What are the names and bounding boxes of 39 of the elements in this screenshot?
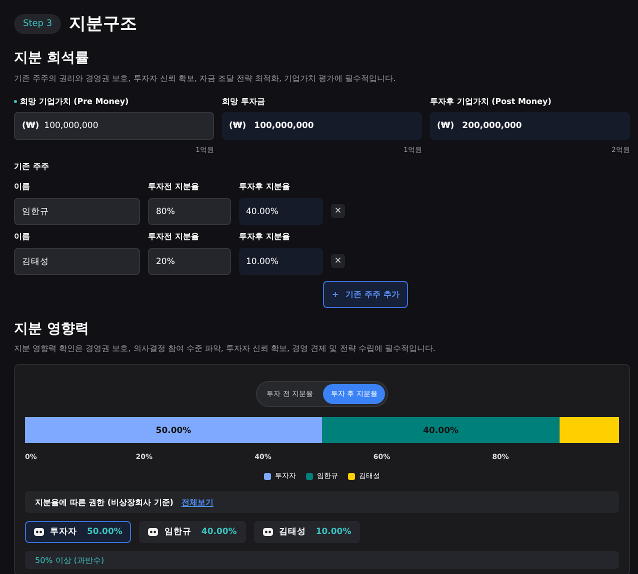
field-label: 투자후 지분율 bbox=[239, 231, 291, 242]
remove-button[interactable]: × bbox=[331, 254, 345, 268]
value-field: (₩) 100,000,000 bbox=[222, 112, 422, 140]
rights-title: 지분율에 따른 권한 (비상장회사 기준) bbox=[35, 496, 174, 508]
subsection-title: 기존 주주 bbox=[14, 161, 50, 172]
section-title: 지분 영향력 bbox=[14, 320, 90, 338]
share-value-field: 10.00% bbox=[239, 248, 323, 275]
field-label: 이름 bbox=[14, 181, 31, 192]
name-field[interactable]: 김태성 bbox=[14, 248, 140, 275]
shareholder-chip[interactable]: 임한규 40.00% bbox=[139, 521, 246, 543]
shareholder-chip[interactable]: 김태성 10.00% bbox=[254, 521, 360, 543]
field-label: 투자전 지분율 bbox=[148, 181, 200, 192]
user-card-icon bbox=[262, 528, 273, 536]
field-label: 투자전 지분율 bbox=[148, 231, 200, 242]
input-field[interactable]: (₩) 100,000,000 bbox=[14, 112, 214, 140]
threshold-label: 50% 이상 (과반수) bbox=[25, 551, 619, 569]
bar-value-label: 40.00% bbox=[423, 426, 458, 436]
field-label: 이름 bbox=[14, 231, 31, 242]
field-label: 희망 투자금 bbox=[222, 96, 265, 106]
value-field: (₩) 200,000,000 bbox=[430, 112, 630, 140]
add-shareholder-button[interactable]: + 기존 주주 추가 bbox=[323, 281, 408, 308]
user-card-icon bbox=[148, 528, 158, 536]
name-field[interactable]: 임한규 bbox=[14, 198, 140, 225]
section-description: 기존 주주의 권리와 경영권 보호, 투자자 신뢰 확보, 자금 조달 전략 최적화, 기업가치 평가에 필수적입니다. bbox=[14, 73, 397, 84]
field-label: 희망 기업가치 (Pre Money) bbox=[20, 96, 129, 106]
share-value-field: 40.00% bbox=[239, 198, 323, 225]
field-label: 투자후 지분율 bbox=[239, 181, 291, 192]
view-all-link[interactable]: 전체보기 bbox=[181, 496, 214, 508]
share-field[interactable]: 80% bbox=[148, 198, 231, 225]
field-label: 투자후 기업가치 (Post Money) bbox=[430, 96, 552, 106]
page-title: 지분구조 bbox=[69, 13, 138, 35]
remove-button[interactable]: × bbox=[331, 204, 345, 218]
step-badge: Step 3 bbox=[14, 14, 62, 34]
shareholder-chip[interactable]: 투자자 50.00% bbox=[25, 521, 132, 543]
section-title: 지분 희석률 bbox=[14, 49, 90, 67]
section-description: 지분 영향력 확인은 경영권 보호, 의사결정 참여 수준 파악, 투자자 신뢰 확보, 경영 견제 및 전략 수립에 필수적입니다. bbox=[14, 343, 436, 354]
bar-value-label: 50.00% bbox=[156, 426, 192, 436]
share-field[interactable]: 20% bbox=[148, 248, 231, 275]
user-card-icon bbox=[34, 528, 44, 536]
